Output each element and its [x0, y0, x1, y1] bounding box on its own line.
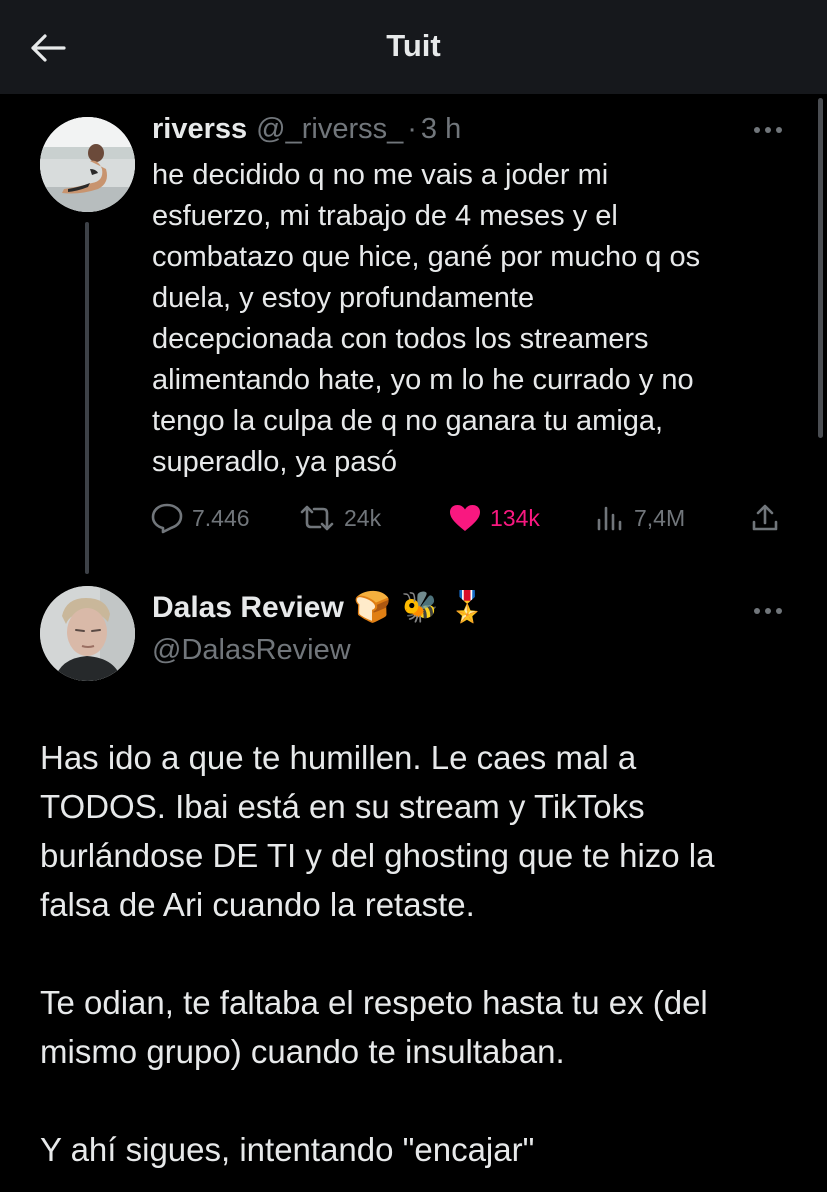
more-horizontal-icon [754, 608, 782, 614]
retweet-icon [300, 505, 334, 531]
avatar[interactable] [40, 586, 135, 681]
reply-button[interactable]: 7.446 [150, 498, 250, 538]
bar-chart-icon [597, 506, 622, 531]
retweet-button[interactable]: 24k [298, 498, 381, 538]
author-name[interactable]: Dalas Review [152, 591, 344, 625]
timestamp[interactable]: 3 h [421, 113, 461, 146]
more-options-button[interactable] [748, 117, 788, 143]
reply-header: Dalas Review 🍞 🐝 🎖️ [152, 590, 486, 625]
profile-photo-icon [40, 586, 135, 681]
scrollbar[interactable] [818, 98, 823, 438]
views-button[interactable]: 7,4M [594, 498, 685, 538]
author-name[interactable]: riverss [152, 113, 247, 146]
separator: · [407, 113, 417, 145]
heart-filled-icon [450, 505, 480, 531]
like-button[interactable]: 134k [448, 498, 540, 538]
reply-icon [151, 503, 183, 534]
profile-photo-icon [40, 117, 135, 212]
bread-emoji: 🍞 [353, 591, 392, 624]
share-button[interactable] [750, 498, 780, 538]
bee-emoji: 🐝 [401, 591, 439, 624]
reply-count: 7.446 [192, 504, 250, 531]
more-horizontal-icon [754, 127, 782, 133]
page-title: Tuit [386, 28, 441, 63]
thread-connector-line [85, 222, 89, 574]
author-handle[interactable]: @DalasReview [152, 634, 351, 667]
share-icon [752, 504, 778, 531]
reply-text: Has ido a que te humillen. Le caes mal a… [40, 739, 715, 1168]
tweet-header: riverss @_riverss_ · 3 h [152, 113, 461, 149]
top-bar: Tuit [0, 0, 827, 94]
like-count: 134k [490, 504, 540, 531]
view-count: 7,4M [634, 504, 686, 531]
author-handle[interactable]: @_riverss_ [256, 113, 403, 146]
tweet-actions: 7.446 24k 134k 7,4M [150, 498, 790, 538]
medal-emoji: 🎖️ [448, 591, 486, 624]
more-options-button[interactable] [748, 598, 788, 624]
avatar[interactable] [40, 117, 135, 212]
retweet-count: 24k [344, 504, 382, 531]
tweet-text: he decidido q no me vais a joder mi esfu… [152, 159, 701, 478]
